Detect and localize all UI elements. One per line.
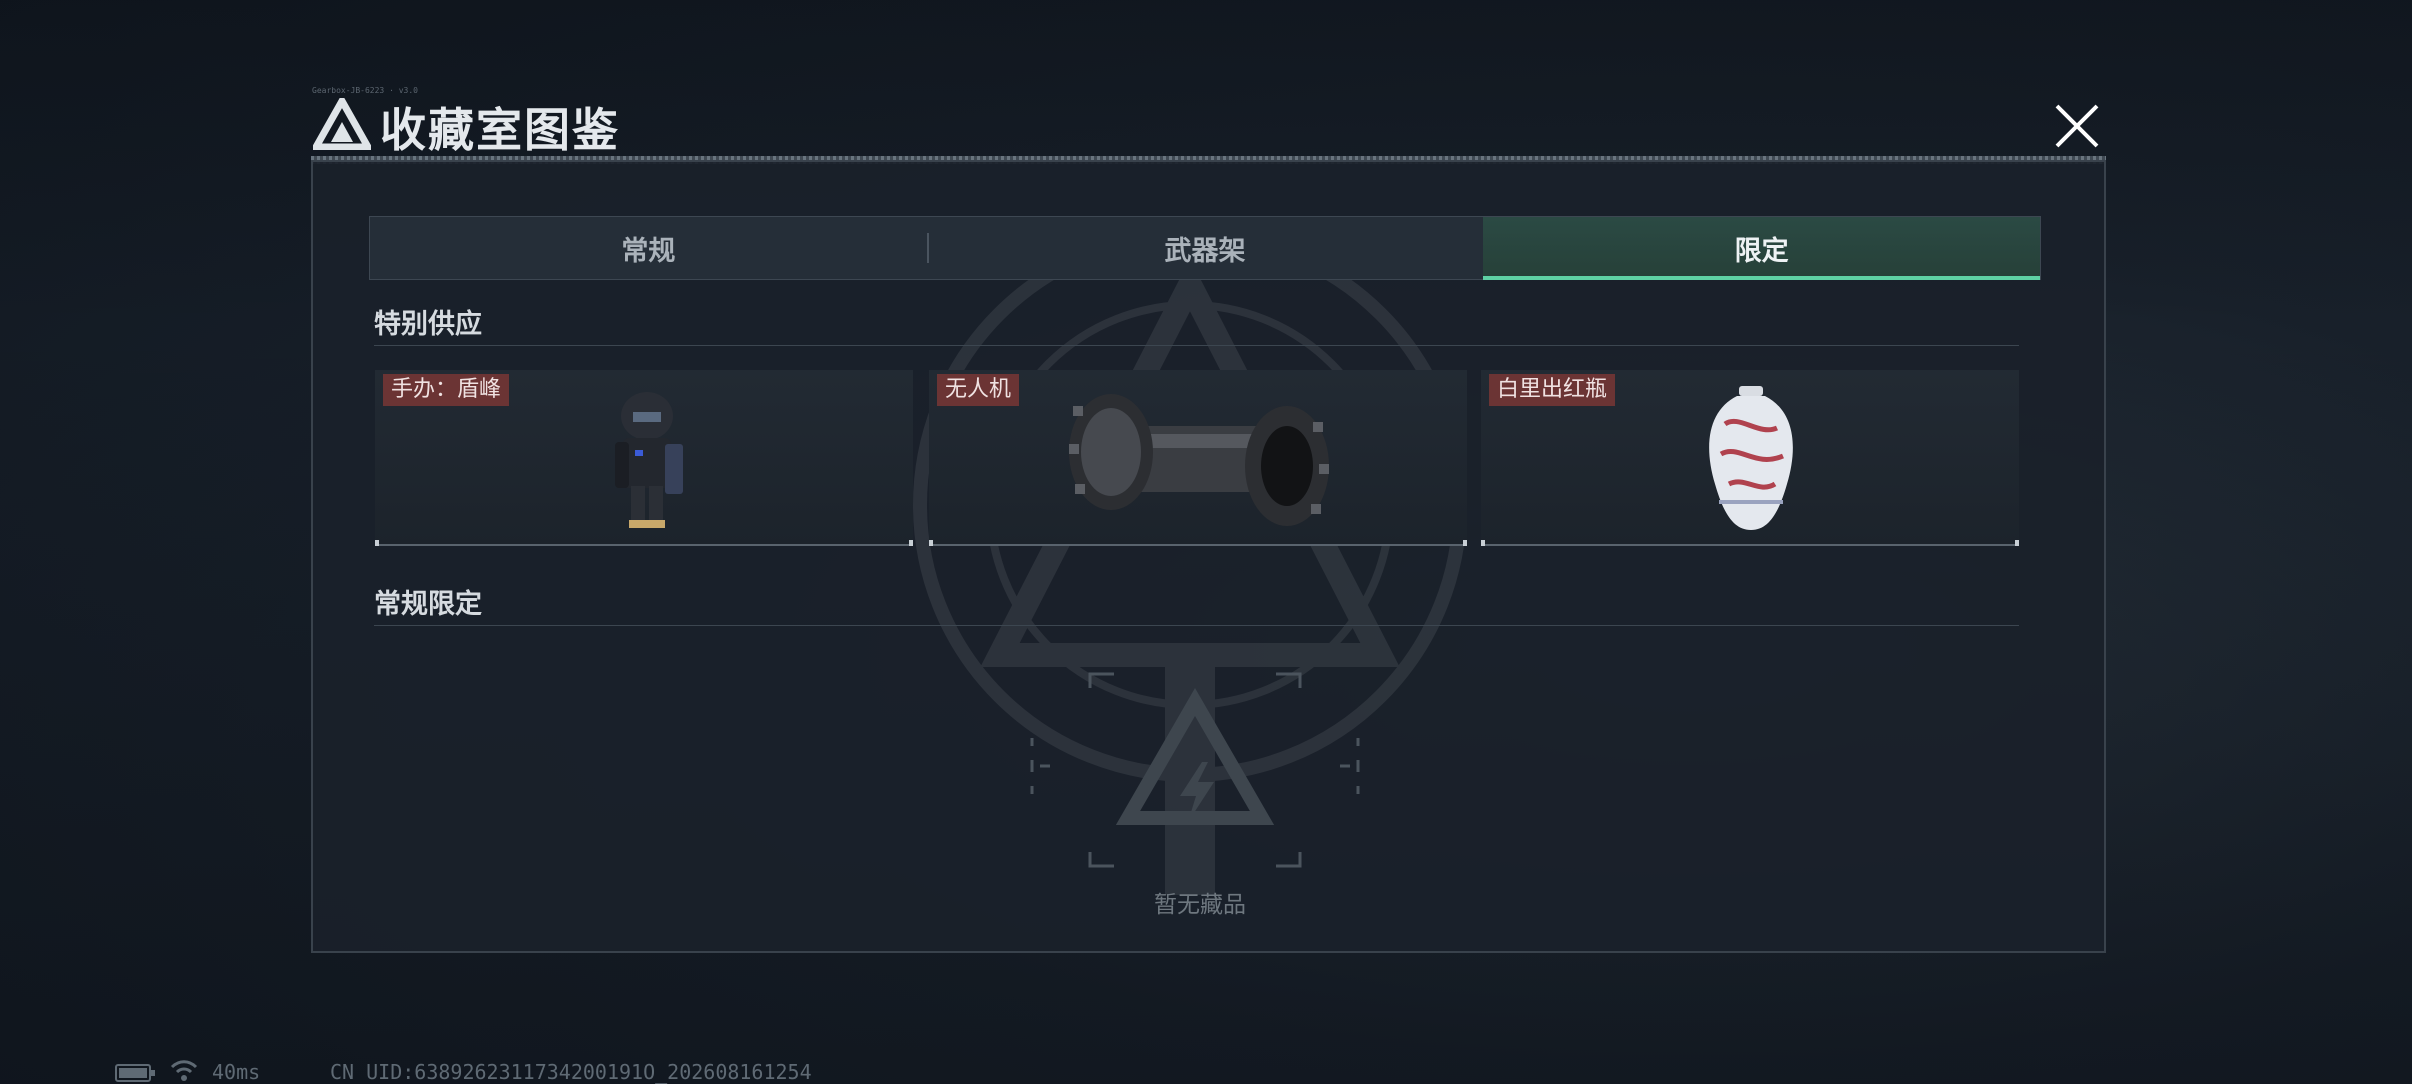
battery-icon [115,1064,155,1082]
section-divider [374,345,2019,346]
uid-text: CN UID:6389262311734200191O_202608161254 [330,1060,812,1084]
section-title-regular-limited: 常规限定 [374,589,482,620]
empty-state-icon [1030,672,1360,868]
card-tag: 手办：盾峰 [383,374,510,406]
delta-logo-icon [313,98,371,150]
card-tag: 无人机 [937,374,1020,406]
drone-roller-icon [1069,394,1329,526]
shield-soldier-figure-icon [615,392,683,528]
empty-state-text: 暂无藏品 [1154,892,1246,918]
tab-limited-label: 限定 [1734,235,1789,267]
collection-card-vase[interactable]: 白里出红瓶 [1481,370,2019,546]
collection-card-figure[interactable]: 手办：盾峰 [375,370,913,546]
card-bottom-line [929,540,1467,546]
porcelain-vase-icon [1709,386,1793,530]
close-button[interactable] [2049,98,2105,154]
tab-limited[interactable]: 限定 [1483,217,2041,280]
collection-card-drone[interactable]: 无人机 [929,370,1467,546]
ping-text: 40ms [212,1060,261,1084]
card-bottom-line [375,540,913,546]
tab-weapon-rack-label: 武器架 [1164,235,1246,267]
tab-weapon-rack[interactable]: 武器架 [926,217,1484,279]
section-divider [374,625,2019,626]
tab-regular[interactable]: 常规 [370,217,927,279]
wifi-icon [170,1060,198,1081]
card-tag: 白里出红瓶 [1489,374,1616,406]
category-tabs: 常规 武器架 限定 [369,216,2041,280]
card-bottom-line [1481,540,2019,546]
page-title: 收藏室图鉴 [380,103,620,157]
page-header: Gearbox-JB-6223 · v3.0 收藏室图鉴 [308,86,2112,157]
section-title-special: 特别供应 [374,309,482,340]
tab-regular-label: 常规 [621,235,676,267]
